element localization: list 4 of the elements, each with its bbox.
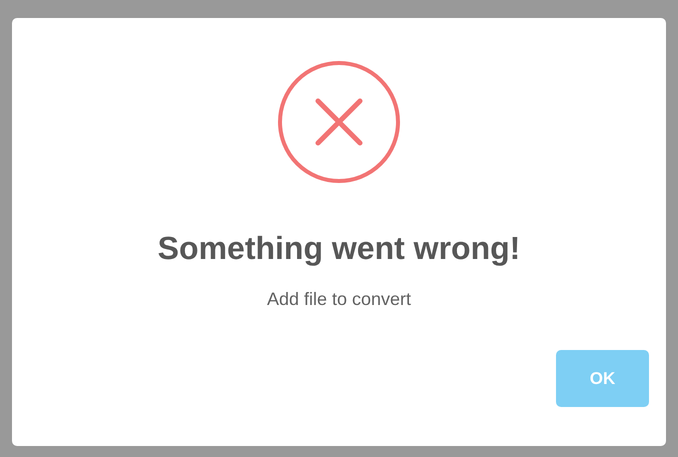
dialog-title: Something went wrong! xyxy=(158,230,520,267)
ok-button[interactable]: OK xyxy=(556,350,649,407)
error-icon xyxy=(277,60,401,184)
dialog-message: Add file to convert xyxy=(266,289,412,310)
